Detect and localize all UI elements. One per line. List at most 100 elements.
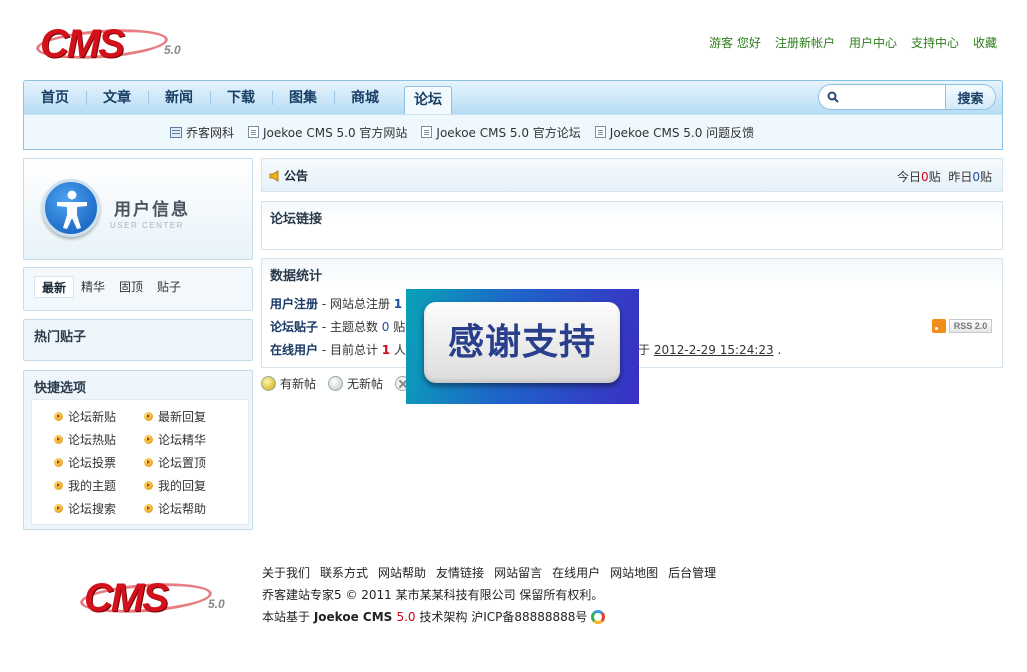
nav-gallery[interactable]: 图集: [272, 81, 334, 115]
quick-item-help[interactable]: 论坛帮助: [144, 500, 234, 516]
quick-item-label: 论坛投票: [68, 455, 117, 470]
nav-articles[interactable]: 文章: [86, 81, 148, 115]
bullet-icon: [144, 480, 153, 490]
search-button[interactable]: 搜索: [945, 85, 995, 109]
subnav-item-feedback[interactable]: Joekoe CMS 5.0 问题反馈: [594, 124, 755, 141]
thanks-popup-text: 感谢支持: [447, 322, 596, 363]
stat-register-text: - 网站总注册: [318, 297, 394, 311]
footer-link-admin[interactable]: 后台管理: [668, 564, 716, 581]
stat-online-unit: 人: [390, 343, 406, 357]
toplink-register[interactable]: 注册新帐户: [775, 34, 835, 51]
footer-link-friends[interactable]: 友情链接: [436, 564, 484, 581]
footer-link-sitemap[interactable]: 网站地图: [610, 564, 658, 581]
subnav-item-label: 乔客网科: [186, 125, 235, 140]
quick-item-label: 我的回复: [158, 478, 207, 493]
subnav-item-official-site[interactable]: Joekoe CMS 5.0 官方网站: [248, 124, 407, 141]
nav-forum[interactable]: 论坛: [404, 86, 452, 115]
logo-version: 5.0: [164, 43, 181, 57]
document-icon: [421, 126, 433, 138]
toplink-favorite[interactable]: 收藏: [973, 34, 997, 51]
footer-links: 关于我们 联系方式 网站帮助 友情链接 网站留言 在线用户 网站地图 后台管理: [262, 564, 716, 581]
search-icon: [827, 91, 839, 103]
post-tabs: 最新 精华 固顶 贴子: [34, 276, 188, 298]
footer-logo[interactable]: CMS 5.0: [79, 576, 234, 620]
powered-version: 5.0: [396, 610, 416, 624]
notice-bar: 公告 今日0贴 昨日0贴: [261, 158, 1003, 192]
yesterday-unit: 贴: [979, 170, 992, 184]
legend-new: 有新帖: [280, 377, 317, 391]
bullet-icon: [144, 411, 153, 421]
stat-posts-unit: 贴: [389, 320, 406, 334]
quick-item-new-posts[interactable]: 论坛新贴: [54, 408, 144, 424]
user-accessibility-icon[interactable]: [42, 179, 100, 237]
stat-online-text: - 目前总计: [318, 343, 382, 357]
quick-item-latest-replies[interactable]: 最新回复: [144, 408, 234, 424]
stat-online-row: 在线用户 - 目前总计 1 人: [270, 341, 406, 358]
user-info-title: 用户信息: [114, 200, 190, 220]
footer-link-contact[interactable]: 联系方式: [320, 564, 368, 581]
powered-suffix: 技术架构 沪ICP备88888888号: [415, 610, 588, 624]
footer-powered: 本站基于 Joekoe CMS 5.0 技术架构 沪ICP备88888888号: [262, 608, 606, 625]
quick-item-label: 论坛精华: [158, 432, 207, 447]
nav-news[interactable]: 新闻: [148, 81, 210, 115]
thanks-popup[interactable]: 感谢支持: [406, 289, 639, 404]
nav-downloads[interactable]: 下载: [210, 81, 272, 115]
rss-label: RSS 2.0: [949, 319, 992, 333]
quick-item-hot-posts[interactable]: 论坛热贴: [54, 431, 144, 447]
notice-label: 公告: [284, 169, 309, 183]
footer-logo-version: 5.0: [208, 597, 225, 611]
user-info-panel: 用户信息 USER CENTER: [23, 158, 253, 260]
bullet-icon: [54, 411, 63, 421]
new-post-icon: [261, 376, 276, 391]
toplink-guest[interactable]: 游客 您好: [709, 34, 761, 51]
nav-home[interactable]: 首页: [24, 81, 86, 115]
bullet-icon: [144, 457, 153, 467]
rss-badge[interactable]: RSS 2.0: [932, 319, 992, 333]
search-box: 搜索: [818, 84, 996, 110]
document-icon: [248, 126, 260, 138]
toplink-support[interactable]: 支持中心: [911, 34, 959, 51]
subnav-item-official-forum[interactable]: Joekoe CMS 5.0 官方论坛: [421, 124, 581, 141]
footer-link-online-users[interactable]: 在线用户: [552, 564, 600, 581]
tab-latest[interactable]: 最新: [34, 276, 75, 298]
forum-links-box: 论坛链接: [261, 201, 1003, 250]
quick-options-list: 论坛新贴 最新回复 论坛热贴 论坛精华 论坛投票 论坛置顶 我的主题 我的回复 …: [54, 408, 234, 516]
subnav-item-label: Joekoe CMS 5.0 问题反馈: [609, 125, 755, 140]
footer-link-about[interactable]: 关于我们: [262, 564, 310, 581]
search-input[interactable]: [843, 88, 943, 106]
rss-icon: [932, 319, 946, 333]
toplink-user-center[interactable]: 用户中心: [849, 34, 897, 51]
footer-copyright: 乔客建站专家5 © 2011 某市某某科技有限公司 保留所有权利。: [262, 588, 604, 602]
stat-time-prefix: 于: [638, 343, 654, 357]
subnav-item-label: Joekoe CMS 5.0 官方论坛: [436, 125, 581, 140]
footer-link-guestbook[interactable]: 网站留言: [494, 564, 542, 581]
bullet-icon: [144, 434, 153, 444]
bullet-icon: [54, 434, 63, 444]
today-count: 0: [921, 170, 929, 184]
site-logo[interactable]: CMS 5.0: [35, 22, 190, 66]
footer-link-help[interactable]: 网站帮助: [378, 564, 426, 581]
site-stats-icon[interactable]: [591, 610, 606, 624]
subnav-item-joekoe[interactable]: 乔客网科: [170, 124, 234, 141]
quick-item-my-topics[interactable]: 我的主题: [54, 477, 144, 493]
quick-item-polls[interactable]: 论坛投票: [54, 454, 144, 470]
no-new-post-icon: [328, 376, 344, 391]
forum-links-title: 论坛链接: [270, 212, 323, 227]
tab-pinned[interactable]: 固顶: [112, 276, 150, 298]
tab-posts[interactable]: 贴子: [150, 276, 188, 298]
nav-shop[interactable]: 商城: [334, 81, 396, 115]
quick-item-featured[interactable]: 论坛精华: [144, 431, 234, 447]
stat-posts-text: - 主题总数: [318, 320, 382, 334]
post-legend: 有新帖 无新帖 锁: [261, 375, 426, 392]
nav-items: 首页 文章 新闻 下载 图集 商城 论坛: [24, 81, 452, 115]
quick-item-pinned[interactable]: 论坛置顶: [144, 454, 234, 470]
quick-options-box: 论坛新贴 最新回复 论坛热贴 论坛精华 论坛投票 论坛置顶 我的主题 我的回复 …: [31, 399, 249, 525]
quick-item-label: 我的主题: [68, 478, 117, 493]
quick-item-my-replies[interactable]: 我的回复: [144, 477, 234, 493]
quick-item-search[interactable]: 论坛搜索: [54, 500, 144, 516]
stat-time-value[interactable]: 2012-2-29 15:24:23: [654, 343, 774, 357]
stat-register-key: 用户注册: [270, 297, 319, 311]
user-info-subtitle: USER CENTER: [110, 221, 184, 230]
tab-featured[interactable]: 精华: [74, 276, 112, 298]
thanks-popup-card: 感谢支持: [424, 302, 620, 383]
